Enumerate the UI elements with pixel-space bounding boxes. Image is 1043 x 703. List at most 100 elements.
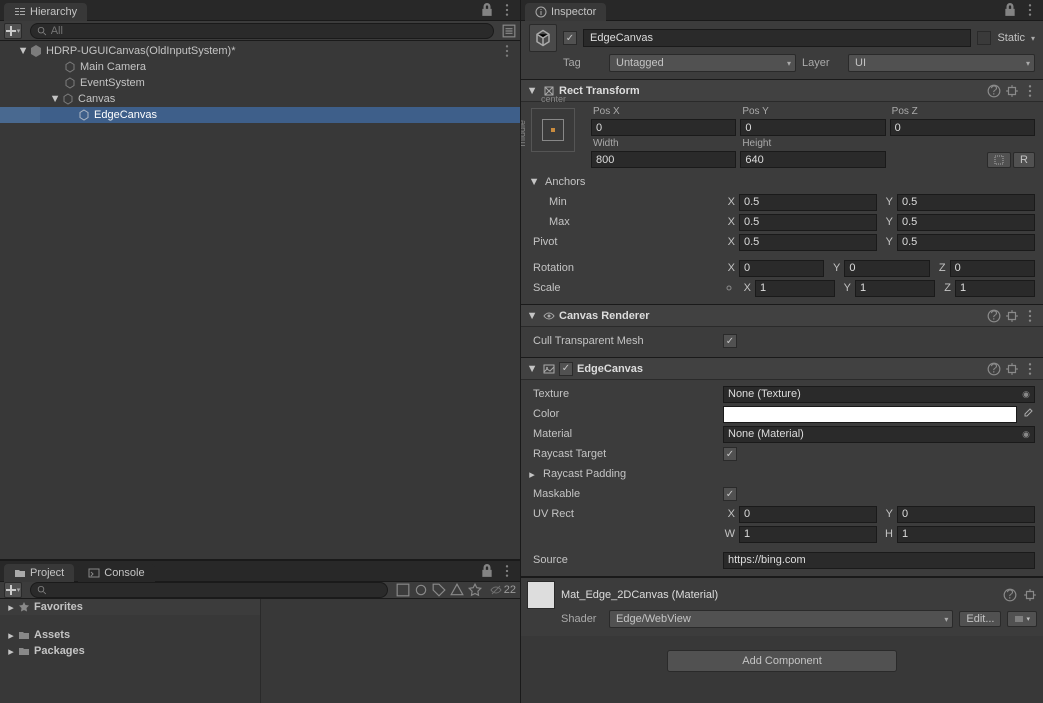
scene-menu-icon[interactable] — [500, 44, 514, 58]
source-field[interactable]: https://bing.com — [723, 552, 1035, 569]
active-checkbox[interactable]: ✓ — [563, 31, 577, 45]
posx-field[interactable]: 0 — [591, 119, 736, 136]
rect-transform-header[interactable]: ▼ Rect Transform ? — [521, 80, 1043, 102]
static-checkbox[interactable] — [977, 31, 991, 45]
shader-dropdown[interactable]: Edge/WebView — [609, 610, 953, 628]
tag-dropdown[interactable]: Untagged — [609, 54, 796, 72]
create-button[interactable]: ▾ — [4, 23, 22, 39]
edgecanvas-enabled-checkbox[interactable]: ✓ — [559, 362, 573, 376]
component-menu-icon[interactable] — [1023, 309, 1037, 323]
pivot-y-field[interactable]: 0.5 — [897, 234, 1035, 251]
panel-lock-icon[interactable] — [480, 3, 494, 17]
anchor-max-y-field[interactable]: 0.5 — [897, 214, 1035, 231]
gameobject-icon-button[interactable] — [529, 24, 557, 52]
foldout-icon[interactable]: ▸ — [6, 646, 16, 656]
hidden-count[interactable]: 22 — [490, 584, 516, 596]
shader-extra-button[interactable]: ▾ — [1007, 611, 1037, 627]
foldout-icon[interactable]: ▸ — [6, 630, 16, 640]
uv-w-field[interactable]: 1 — [739, 526, 877, 543]
help-icon[interactable]: ? — [1003, 588, 1017, 602]
filter-warn-icon[interactable] — [450, 583, 464, 597]
help-icon[interactable]: ? — [987, 84, 1001, 98]
help-icon[interactable]: ? — [987, 362, 1001, 376]
filter-label-icon[interactable] — [414, 583, 428, 597]
filter-star-icon[interactable] — [468, 583, 482, 597]
inspector-tab[interactable]: Inspector — [525, 3, 606, 21]
edgecanvas-header[interactable]: ▼ ✓ EdgeCanvas ? — [521, 358, 1043, 380]
material-field[interactable]: None (Material) — [723, 426, 1035, 443]
preset-icon[interactable] — [1005, 362, 1019, 376]
rot-y-field[interactable]: 0 — [844, 260, 929, 277]
foldout-icon[interactable]: ▼ — [18, 46, 28, 56]
uv-y-field[interactable]: 0 — [897, 506, 1035, 523]
add-component-button[interactable]: Add Component — [667, 650, 897, 672]
raw-edit-button[interactable]: R — [1013, 152, 1035, 168]
posy-field[interactable]: 0 — [740, 119, 885, 136]
project-search-input[interactable] — [51, 584, 381, 596]
rot-z-field[interactable]: 0 — [950, 260, 1035, 277]
hierarchy-search[interactable] — [30, 23, 494, 39]
static-dropdown-icon[interactable]: ▾ — [1031, 34, 1035, 43]
foldout-icon[interactable]: ▸ — [527, 469, 537, 479]
preset-icon[interactable] — [1023, 588, 1037, 602]
filter-type-icon[interactable] — [396, 583, 410, 597]
canvas-renderer-header[interactable]: ▼ Canvas Renderer ? — [521, 305, 1043, 327]
foldout-icon[interactable]: ▸ — [6, 602, 16, 612]
hierarchy-search-input[interactable] — [51, 25, 487, 37]
preset-icon[interactable] — [1005, 84, 1019, 98]
scene-row[interactable]: ▼ HDRP-UGUICanvas(OldInputSystem)* — [0, 43, 520, 59]
help-icon[interactable]: ? — [987, 309, 1001, 323]
maskable-checkbox[interactable]: ✓ — [723, 487, 737, 501]
uv-h-field[interactable]: 1 — [897, 526, 1035, 543]
foldout-icon[interactable]: ▼ — [527, 364, 537, 374]
panel-menu-icon[interactable] — [500, 3, 514, 17]
edit-shader-button[interactable]: Edit... — [959, 611, 1001, 627]
hierarchy-item[interactable]: Main Camera — [0, 59, 520, 75]
scale-y-field[interactable]: 1 — [855, 280, 935, 297]
rot-x-field[interactable]: 0 — [739, 260, 824, 277]
texture-field[interactable]: None (Texture) — [723, 386, 1035, 403]
foldout-icon[interactable]: ▼ — [529, 177, 539, 187]
anchor-max-x-field[interactable]: 0.5 — [739, 214, 877, 231]
component-menu-icon[interactable] — [1023, 362, 1037, 376]
anchor-min-x-field[interactable]: 0.5 — [739, 194, 877, 211]
hierarchy-item-selected[interactable]: EdgeCanvas — [0, 107, 520, 123]
link-scale-icon[interactable] — [723, 281, 735, 295]
scale-x-field[interactable]: 1 — [755, 280, 835, 297]
blueprint-mode-button[interactable] — [987, 152, 1011, 168]
raycast-target-checkbox[interactable]: ✓ — [723, 447, 737, 461]
panel-lock-icon[interactable] — [1003, 3, 1017, 17]
hierarchy-item[interactable]: EventSystem — [0, 75, 520, 91]
anchor-preset-button[interactable] — [531, 108, 575, 152]
pivot-x-field[interactable]: 0.5 — [739, 234, 877, 251]
gameobject-name-field[interactable]: EdgeCanvas — [583, 29, 971, 47]
favorites-row[interactable]: ▸ Favorites — [0, 599, 260, 615]
project-search[interactable] — [30, 582, 388, 598]
assets-row[interactable]: ▸ Assets — [0, 627, 260, 643]
panel-menu-icon[interactable] — [500, 564, 514, 578]
packages-row[interactable]: ▸ Packages — [0, 643, 260, 659]
width-field[interactable]: 800 — [591, 151, 736, 168]
filter-tag-icon[interactable] — [432, 583, 446, 597]
foldout-icon[interactable]: ▼ — [527, 311, 537, 321]
posz-field[interactable]: 0 — [890, 119, 1035, 136]
foldout-icon[interactable]: ▼ — [527, 86, 537, 96]
anchor-min-y-field[interactable]: 0.5 — [897, 194, 1035, 211]
console-tab[interactable]: Console — [78, 564, 154, 582]
hierarchy-filter-icon[interactable] — [502, 24, 516, 38]
scale-z-field[interactable]: 1 — [955, 280, 1035, 297]
material-preview[interactable] — [527, 581, 555, 609]
panel-menu-icon[interactable] — [1023, 3, 1037, 17]
hierarchy-tab[interactable]: Hierarchy — [4, 3, 87, 21]
cull-checkbox[interactable]: ✓ — [723, 334, 737, 348]
layer-dropdown[interactable]: UI — [848, 54, 1035, 72]
preset-icon[interactable] — [1005, 309, 1019, 323]
height-field[interactable]: 640 — [740, 151, 885, 168]
color-field[interactable] — [723, 406, 1017, 423]
project-create-button[interactable]: ▾ — [4, 582, 22, 598]
hierarchy-item[interactable]: ▼ Canvas — [0, 91, 520, 107]
component-menu-icon[interactable] — [1023, 84, 1037, 98]
foldout-icon[interactable]: ▼ — [50, 94, 60, 104]
panel-lock-icon[interactable] — [480, 564, 494, 578]
eyedropper-icon[interactable] — [1019, 406, 1035, 423]
